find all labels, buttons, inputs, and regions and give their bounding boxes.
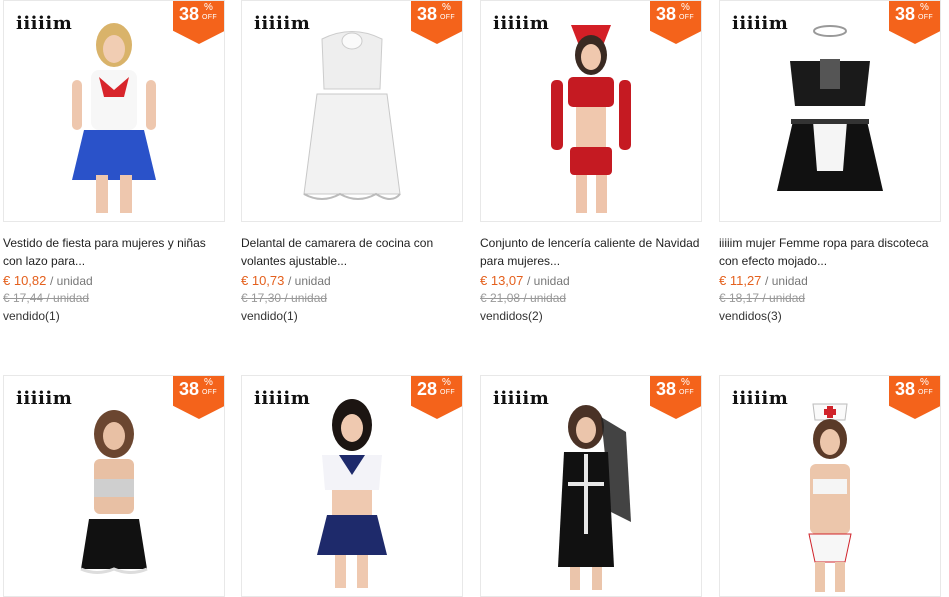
product-photo — [72, 23, 156, 213]
product-card[interactable]: iiiiim 38 % OFF Vestido de fiesta para m… — [3, 0, 225, 325]
discount-value: 38 — [656, 4, 677, 24]
product-title[interactable]: Conjunto de lencería caliente de Navidad… — [480, 234, 702, 270]
discount-value: 38 — [895, 379, 916, 399]
discount-badge: 38 % OFF — [411, 1, 462, 44]
product-photo — [317, 399, 387, 588]
discount-percent: % — [442, 2, 451, 13]
product-image[interactable]: iiiiim 38 % OFF — [480, 0, 702, 222]
original-price: € 17,30 / unidad — [241, 291, 328, 305]
product-image[interactable]: iiiiim 28 % OFF — [241, 375, 463, 597]
current-price: € 10,73 — [241, 273, 285, 288]
current-price: € 13,07 — [480, 273, 524, 288]
discount-percent: % — [681, 377, 690, 388]
product-photo — [551, 25, 631, 213]
product-title[interactable]: iiiiim mujer Femme ropa para discoteca c… — [719, 234, 941, 270]
discount-badge: 38 % OFF — [173, 376, 224, 419]
current-price: € 11,27 — [719, 273, 762, 288]
sold-count: vendido(1) — [241, 309, 298, 323]
product-card[interactable]: iiiiim 38 % OFF — [719, 375, 941, 597]
discount-percent: % — [920, 377, 929, 388]
product-image[interactable]: iiiiim 38 % OFF — [241, 0, 463, 222]
discount-badge: 38 % OFF — [889, 376, 940, 419]
product-image[interactable]: iiiiim 38 % OFF — [719, 375, 941, 597]
product-photo — [808, 403, 852, 592]
product-title[interactable]: Vestido de fiesta para mujeres y niñas c… — [3, 234, 225, 270]
discount-off: OFF — [202, 14, 217, 21]
discount-value: 38 — [895, 4, 916, 24]
product-card[interactable]: iiiiim 38 % OFF — [480, 375, 702, 597]
discount-percent: % — [204, 2, 213, 13]
discount-percent: % — [442, 377, 451, 388]
product-price: € 13,07 / unidad — [480, 272, 702, 290]
product-photo — [80, 410, 148, 574]
current-price: € 10,82 — [3, 273, 47, 288]
product-photo — [777, 25, 883, 191]
discount-off: OFF — [918, 14, 933, 21]
product-price: € 10,82 / unidad — [3, 272, 225, 290]
product-image[interactable]: iiiiim 38 % OFF — [3, 375, 225, 597]
discount-value: 38 — [179, 379, 200, 399]
discount-value: 38 — [417, 4, 438, 24]
discount-off: OFF — [679, 14, 694, 21]
original-price: € 18,17 / unidad — [719, 291, 806, 305]
discount-off: OFF — [440, 389, 455, 396]
price-unit: / unidad — [50, 274, 93, 288]
price-unit: / unidad — [527, 274, 570, 288]
discount-percent: % — [920, 2, 929, 13]
product-title[interactable]: Delantal de camarera de cocina con volan… — [241, 234, 463, 270]
discount-badge: 28 % OFF — [411, 376, 462, 419]
original-price: € 17,44 / unidad — [3, 291, 90, 305]
sold-count: vendidos(3) — [719, 309, 782, 323]
discount-badge: 38 % OFF — [650, 1, 701, 44]
product-image[interactable]: iiiiim 38 % OFF — [3, 0, 225, 222]
product-card[interactable]: iiiiim 38 % OFF Conjunto de lencería cal… — [480, 0, 702, 325]
product-card[interactable]: iiiiim 38 % OFF iiiiim mujer Femme ropa … — [719, 0, 941, 325]
sold-count: vendidos(2) — [480, 309, 543, 323]
discount-off: OFF — [202, 389, 217, 396]
discount-badge: 38 % OFF — [650, 376, 701, 419]
discount-off: OFF — [679, 389, 694, 396]
product-image[interactable]: iiiiim 38 % OFF — [719, 0, 941, 222]
discount-percent: % — [204, 377, 213, 388]
sold-count: vendido(1) — [3, 309, 60, 323]
original-price: € 21,08 / unidad — [480, 291, 567, 305]
product-image[interactable]: iiiiim 38 % OFF — [480, 375, 702, 597]
discount-value: 38 — [656, 379, 677, 399]
product-photo — [558, 405, 631, 590]
product-price: € 11,27 / unidad — [719, 272, 941, 290]
product-price: € 10,73 / unidad — [241, 272, 463, 290]
discount-value: 28 — [417, 379, 438, 399]
discount-off: OFF — [440, 14, 455, 21]
product-card[interactable]: iiiiim 38 % OFF — [3, 375, 225, 597]
discount-percent: % — [681, 2, 690, 13]
product-card[interactable]: iiiiim 38 % OFF Delantal de camarera de … — [241, 0, 463, 325]
discount-badge: 38 % OFF — [889, 1, 940, 44]
price-unit: / unidad — [765, 274, 808, 288]
product-card[interactable]: iiiiim 28 % OFF — [241, 375, 463, 597]
price-unit: / unidad — [288, 274, 331, 288]
discount-off: OFF — [918, 389, 933, 396]
product-photo — [303, 31, 401, 200]
